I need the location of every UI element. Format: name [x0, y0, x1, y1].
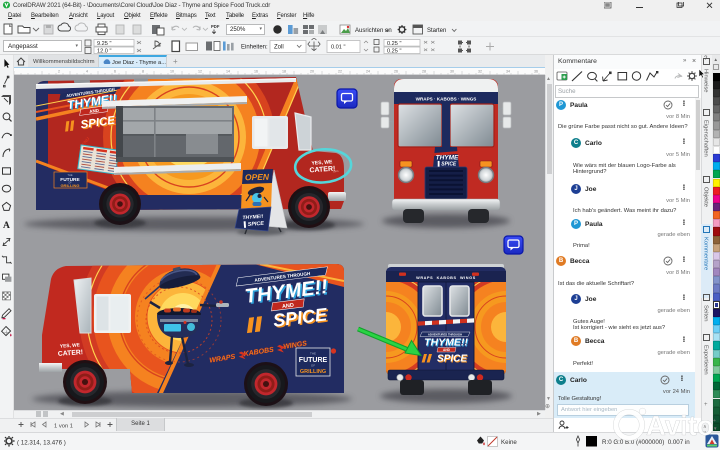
svg-text:12.0 ": 12.0 " [97, 48, 111, 54]
svg-text:Einheiten:: Einheiten: [241, 45, 268, 51]
svg-text:A: A [3, 221, 10, 231]
svg-text:0.25 ": 0.25 " [387, 41, 401, 47]
svg-text:32: 32 [478, 70, 482, 74]
svg-text:▌SPICE: ▌SPICE [244, 220, 265, 228]
svg-text:1 von 1: 1 von 1 [54, 423, 73, 429]
svg-text:Ausrichten an: Ausrichten an [355, 28, 392, 34]
svg-text:Avito: Avito [646, 410, 714, 441]
svg-text:34: 34 [506, 70, 510, 74]
svg-text:18: 18 [282, 70, 286, 74]
svg-text:OPEN: OPEN [245, 172, 270, 182]
svg-text:Zoll: Zoll [274, 45, 284, 51]
svg-text:10: 10 [170, 70, 174, 74]
svg-text:THYME!!: THYME!! [424, 337, 468, 349]
svg-text:20: 20 [310, 70, 314, 74]
svg-text:26: 26 [394, 70, 398, 74]
svg-text:PDF: PDF [211, 24, 220, 29]
svg-text:30: 30 [450, 70, 454, 74]
svg-text:22: 22 [338, 70, 342, 74]
svg-text:4: 4 [86, 70, 88, 74]
svg-text:16: 16 [254, 70, 258, 74]
svg-text:.com: .com [333, 170, 339, 173]
svg-text:0.01 ": 0.01 " [331, 45, 345, 51]
svg-text:Starten: Starten [427, 28, 446, 34]
svg-text:6: 6 [114, 70, 116, 74]
svg-text:▌SPICE: ▌SPICE [438, 161, 457, 168]
svg-text:WRAPS KABOBS WINGS: WRAPS KABOBS WINGS [416, 276, 476, 280]
svg-text:( 12.314, 13.476 ): ( 12.314, 13.476 ) [17, 440, 66, 447]
svg-text:GRILLING: GRILLING [60, 183, 79, 188]
svg-text:12: 12 [198, 70, 202, 74]
svg-text:28: 28 [422, 70, 426, 74]
svg-text:OF: OF [311, 364, 315, 368]
svg-text:0.25 ": 0.25 " [387, 48, 401, 54]
svg-text:Keine: Keine [501, 439, 517, 446]
svg-text:9.25 ": 9.25 " [97, 41, 111, 47]
svg-text:2: 2 [58, 70, 60, 74]
svg-text:GRILLING: GRILLING [300, 369, 326, 375]
svg-text:24: 24 [366, 70, 370, 74]
svg-text:14: 14 [226, 70, 230, 74]
svg-text:WRAPS · KABOBS · WINGS: WRAPS · KABOBS · WINGS [416, 97, 477, 102]
svg-text:36: 36 [534, 70, 538, 74]
svg-text:THE: THE [67, 173, 72, 177]
svg-text:8: 8 [142, 70, 144, 74]
